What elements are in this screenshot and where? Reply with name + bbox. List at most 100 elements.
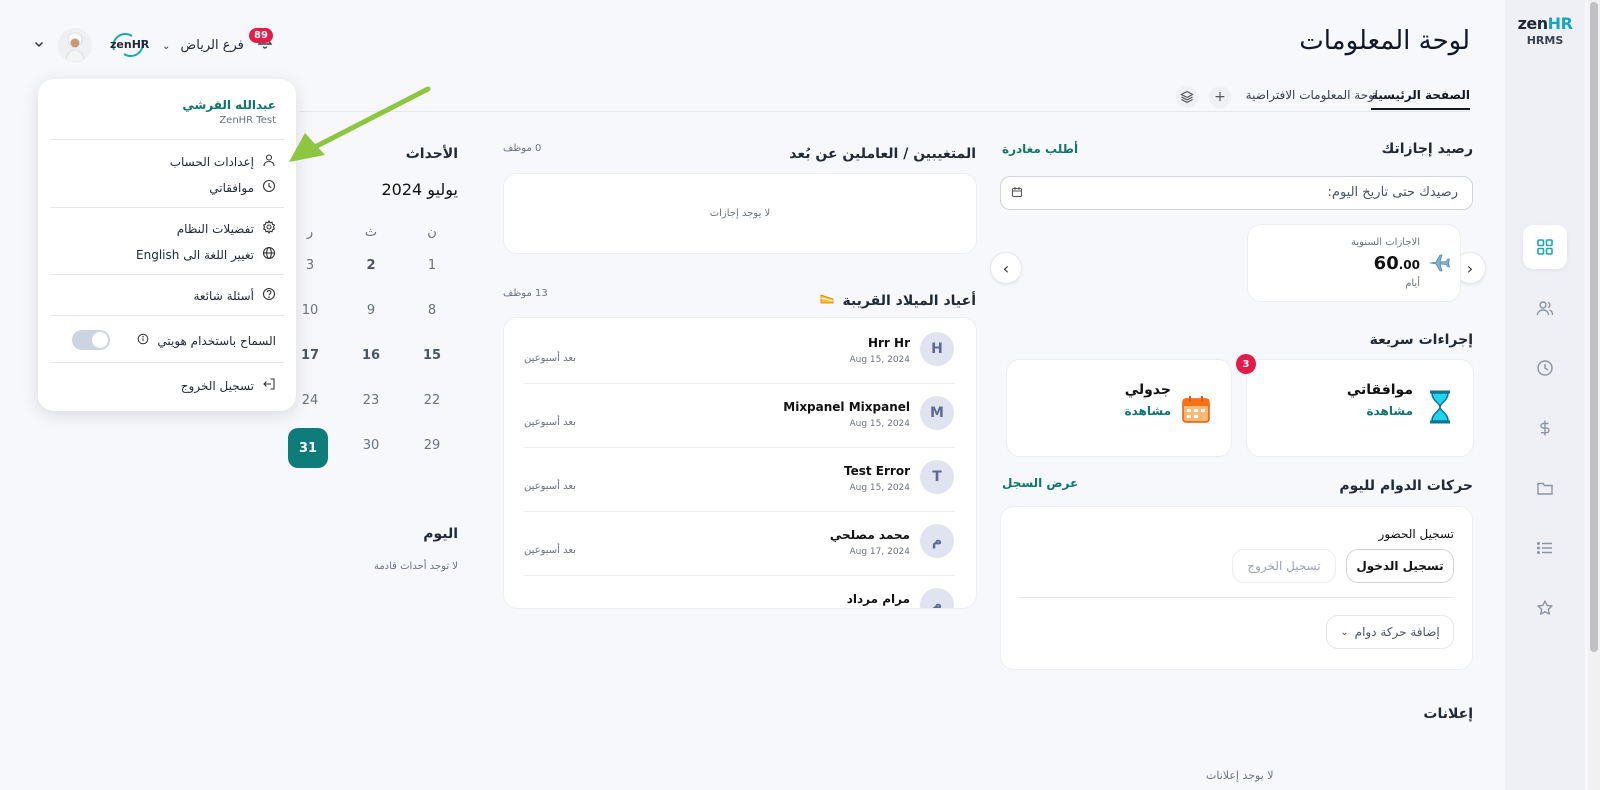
balance-date-field[interactable]: رصيدك حتى تاريخ اليوم: xyxy=(1000,176,1473,210)
list-icon[interactable] xyxy=(1523,526,1567,570)
annual-leave-value: 60.00 xyxy=(1373,253,1420,274)
clock-icon xyxy=(262,179,276,196)
attendance-divider xyxy=(1019,597,1454,598)
allow-identity-toggle[interactable] xyxy=(72,330,110,350)
tab-default-dashboard[interactable]: لوحة المعلومات الافتراضية xyxy=(1246,88,1378,102)
today-empty: لا توجد أحداث قادمة xyxy=(373,561,458,572)
users-icon[interactable] xyxy=(1523,286,1567,330)
today-title: اليوم xyxy=(423,526,458,542)
globe-icon xyxy=(262,246,276,263)
user-name: عبدالله القرشي xyxy=(182,98,276,112)
approvals-badge: 3 xyxy=(1236,354,1256,374)
absentees-title: المتغيبين / العاملين عن بُعد xyxy=(789,146,976,162)
announcements-empty: لا يوجد إعلانات xyxy=(1206,769,1274,782)
info-icon xyxy=(137,333,149,348)
avatar: M xyxy=(920,396,954,430)
scrollbar-thumb[interactable] xyxy=(1590,2,1598,652)
user-menu-chevron-icon[interactable] xyxy=(33,38,45,53)
dashboard-icon[interactable] xyxy=(1523,225,1567,269)
cake-icon xyxy=(820,291,834,309)
attendance-title: حركات الدوام لليوم xyxy=(1339,478,1473,494)
calendar-day[interactable]: 9 xyxy=(351,303,391,318)
quick-actions-title: إجراءات سريعة xyxy=(1369,332,1473,348)
annual-leave-card: الاجازات السنوية 60.00 أيام xyxy=(1247,224,1461,302)
calendar-today[interactable]: 31 xyxy=(288,428,328,468)
logout-icon xyxy=(262,377,276,394)
carousel-prev-button[interactable]: ‹ xyxy=(990,252,1022,284)
folder-icon[interactable] xyxy=(1523,466,1567,510)
calendar-day[interactable]: 3 xyxy=(290,258,330,273)
change-language-item[interactable]: تغيير اللغة الى English xyxy=(136,246,276,263)
side-nav: zenHR HRMS xyxy=(1505,0,1585,790)
calendar-day[interactable]: 15 xyxy=(412,348,452,363)
weekday-label: ر xyxy=(306,225,314,240)
birthdays-title: أعياد الميلاد القريبة xyxy=(700,291,976,309)
hourglass-icon xyxy=(1427,390,1453,427)
add-movement-dropdown[interactable]: إضافة حركة دوام ⌄ xyxy=(1326,615,1454,649)
calendar-day[interactable]: 22 xyxy=(412,393,452,408)
absentees-count: 0 موظف xyxy=(503,143,542,154)
attendance-card: تسجيل الحضور تسجيل الدخول تسجيل الخروج إ… xyxy=(1000,506,1473,670)
list-item: H Hrr Hr Aug 15, 2024 بعد أسبوعين xyxy=(524,322,954,384)
avatar[interactable] xyxy=(58,28,92,62)
approvals-card[interactable]: موافقاتي مشاهدة xyxy=(1246,359,1474,457)
annotation-arrow-icon xyxy=(289,86,431,162)
my-approvals-item[interactable]: موافقاتي xyxy=(209,179,276,196)
weekday-label: ث xyxy=(364,225,378,240)
company-name: ZenHR Test xyxy=(219,115,276,126)
allow-identity-item: السماح باستخدام هويتي xyxy=(137,333,276,348)
approvals-view-link[interactable]: مشاهدة xyxy=(1367,404,1413,418)
account-settings-item[interactable]: إعدادات الحساب xyxy=(170,153,276,170)
notification-badge: 89 xyxy=(249,28,273,43)
avatar: H xyxy=(920,332,954,366)
calendar-day[interactable]: 30 xyxy=(351,438,391,453)
tab-home[interactable]: الصفحة الرئيسية xyxy=(1370,88,1470,110)
weekday-label: ن xyxy=(427,225,437,240)
clock-icon[interactable] xyxy=(1523,346,1567,390)
faq-item[interactable]: أسئلة شائعة xyxy=(193,287,276,304)
page-title: لوحة المعلومات xyxy=(1299,26,1470,56)
avatar: م xyxy=(920,588,954,608)
calendar-day[interactable]: 10 xyxy=(290,303,330,318)
header-zenhr-logo: zenHR xyxy=(108,32,149,58)
calendar-day[interactable]: 24 xyxy=(290,393,330,408)
list-item: م مرام مرداد xyxy=(524,578,954,608)
list-item: M Mixpanel Mixpanel Aug 15, 2024 بعد أسب… xyxy=(524,386,954,448)
branch-chevron-icon: ⌄ xyxy=(162,41,171,52)
help-icon xyxy=(262,287,276,304)
calendar-day[interactable]: 17 xyxy=(290,348,330,363)
airplane-icon xyxy=(1428,251,1450,276)
calendar-day[interactable]: 8 xyxy=(412,303,452,318)
calendar-day[interactable]: 23 xyxy=(351,393,391,408)
birthdays-list: H Hrr Hr Aug 15, 2024 بعد أسبوعين M Mixp… xyxy=(503,317,977,609)
calendar-icon xyxy=(1011,186,1023,201)
schedule-view-link[interactable]: مشاهدة xyxy=(1125,404,1171,418)
absentees-card: لا يوجد إجازات xyxy=(503,173,977,254)
branch-selector[interactable]: فرع الرياض ⌄ xyxy=(162,38,244,53)
calendar-day[interactable]: 29 xyxy=(412,438,452,453)
add-tab-button[interactable]: + xyxy=(1209,86,1231,108)
check-out-button[interactable]: تسجيل الخروج xyxy=(1232,549,1336,583)
avatar: م xyxy=(920,524,954,558)
system-preferences-item[interactable]: تفضيلات النظام xyxy=(177,219,276,237)
calendar-day[interactable]: 2 xyxy=(351,258,391,273)
calendar-schedule-icon xyxy=(1181,394,1211,427)
user-icon xyxy=(262,153,276,170)
check-in-button[interactable]: تسجيل الدخول xyxy=(1346,549,1454,583)
star-icon[interactable] xyxy=(1523,586,1567,630)
logout-item[interactable]: تسجيل الخروج xyxy=(181,377,276,394)
birthdays-count: 13 موظف xyxy=(503,288,548,299)
layers-icon[interactable] xyxy=(1176,86,1198,108)
view-history-link[interactable]: عرض السجل xyxy=(1002,476,1078,490)
list-item: T Test Error Aug 15, 2024 بعد أسبوعين xyxy=(524,450,954,512)
dollar-icon[interactable] xyxy=(1523,406,1567,450)
request-leave-link[interactable]: أطلب مغادرة xyxy=(1002,142,1078,156)
leave-balance-title: رصيد إجازاتك xyxy=(1381,141,1473,157)
dropdown-chevron-icon: ⌄ xyxy=(1340,626,1349,638)
tabs-divider xyxy=(300,111,1470,112)
gear-icon xyxy=(262,219,276,237)
zenhr-logo[interactable]: zenHR HRMS xyxy=(1505,14,1585,47)
calendar-day[interactable]: 1 xyxy=(412,258,452,273)
schedule-card[interactable]: جدولي مشاهدة xyxy=(1006,359,1232,457)
calendar-day[interactable]: 16 xyxy=(351,348,391,363)
